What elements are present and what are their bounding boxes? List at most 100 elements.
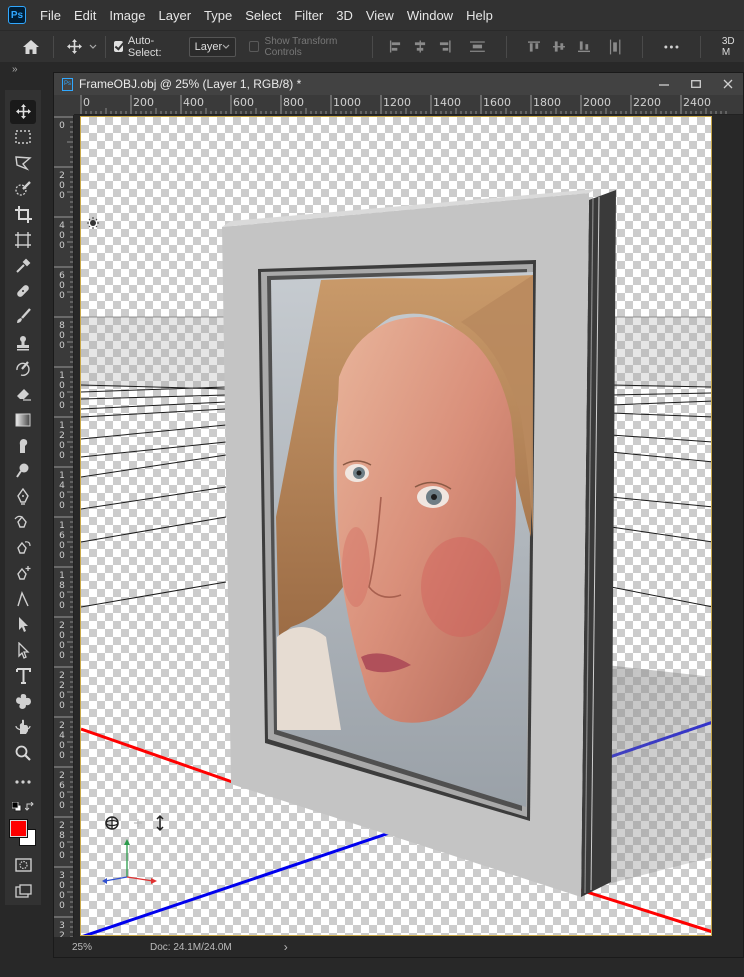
menu-filter[interactable]: Filter [294,8,323,23]
smudge-tool[interactable] [10,433,36,457]
freeform-pen-tool[interactable] [10,510,36,534]
3d-scene [81,189,711,935]
orbit-camera-icon[interactable] [105,816,119,830]
edit-toolbar-button[interactable] [10,771,36,795]
menu-help[interactable]: Help [466,8,493,23]
zoom-tool[interactable] [10,741,36,765]
screen-mode-button[interactable] [10,879,36,903]
ruler-label-digit: 0 [59,551,65,561]
direct-selection-tool[interactable] [10,638,36,662]
healing-brush-tool[interactable] [10,279,36,303]
home-button[interactable] [16,39,45,55]
ruler-label-digit: 0 [59,401,65,411]
color-swap-controls [10,800,36,816]
anchor-point-tool[interactable] [10,562,36,586]
vertical-ruler[interactable]: 0200400600800100012001400160018002000220… [54,115,74,937]
collapse-toolbar-button[interactable]: » [12,64,17,75]
light-icon[interactable] [87,217,99,229]
pen-tool[interactable] [10,485,36,509]
convert-point-tool[interactable] [10,587,36,611]
freeform-pen-icon [14,515,27,528]
zoom-level[interactable]: 25% [72,942,150,953]
dolly-camera-icon[interactable] [156,814,164,832]
swap-colors-icon[interactable] [25,802,35,812]
horizontal-ruler[interactable]: 0 200 400 600 800 1000 1200 1400 1600 1800 2000 220… [74,95,743,115]
path-selection-tool[interactable] [10,613,36,637]
menu-layer[interactable]: Layer [159,8,192,23]
align-center-h-icon[interactable] [414,40,426,53]
ruler-label-digit: 0 [59,591,65,601]
menu-select[interactable]: Select [245,8,281,23]
ruler-origin[interactable] [54,95,74,115]
menu-3d[interactable]: 3D [336,8,353,23]
divider [642,35,644,58]
eraser-tool[interactable] [10,382,36,406]
foreground-color-swatch[interactable] [9,819,28,839]
align-left-icon[interactable] [389,40,401,53]
clone-stamp-tool[interactable] [10,331,36,355]
document-tab[interactable]: Ps FrameOBJ.obj @ 25% (Layer 1, RGB/8) * [54,73,743,95]
ruler-label-digit: 2 [59,681,65,691]
move-icon [67,39,83,54]
options-bar: Auto-Select: Layer Show Transform Contro… [0,30,744,62]
3d-rotate-tool[interactable] [10,715,36,739]
curvature-pen-tool[interactable] [10,536,36,560]
convert-point-icon [17,591,29,607]
quick-select-tool[interactable] [10,177,36,201]
quick-mask-icon [14,858,32,873]
pan-camera-icon[interactable] [134,819,142,827]
crop-tool[interactable] [10,203,36,227]
brush-tool[interactable] [10,305,36,329]
align-right-icon[interactable] [439,40,451,53]
photoshop-logo[interactable]: Ps [8,6,26,24]
crop-icon [14,205,32,223]
menu-window[interactable]: Window [407,8,453,23]
align-center-v-icon[interactable] [553,40,566,53]
history-brush-tool[interactable] [10,356,36,380]
custom-shape-icon [15,694,31,710]
ruler-label-digit: 2 [59,171,65,181]
3d-camera-controls [105,814,164,832]
ruler-label: 1600 [483,96,511,109]
move-tool[interactable] [10,100,36,124]
menu-edit[interactable]: Edit [74,8,96,23]
align-top-icon[interactable] [528,40,541,53]
3d-mode-label: 3D M [721,35,735,58]
distribute-horizontal-icon[interactable] [609,39,621,55]
auto-select-target-dropdown[interactable]: Layer [188,36,237,57]
menu-file[interactable]: File [40,8,61,23]
menu-type[interactable]: Type [204,8,232,23]
eraser-icon [16,389,31,401]
show-transform-controls-checkbox[interactable] [249,41,259,52]
more-options-icon[interactable] [664,45,679,49]
auto-select-checkbox[interactable] [113,41,123,52]
gradient-tool[interactable] [10,408,36,432]
marquee-tool[interactable] [10,126,36,150]
auto-select-target-value: Layer [194,40,223,53]
move-tool-preset[interactable] [66,38,97,55]
dodge-tool[interactable] [10,459,36,483]
tools-toolbar [5,90,41,905]
ruler-label-digit: 6 [59,531,65,541]
ruler-label-digit: 0 [59,501,65,511]
align-bottom-icon[interactable] [578,40,591,53]
frame-tool[interactable] [10,228,36,252]
default-colors-icon[interactable] [12,802,22,812]
minimize-icon[interactable] [659,79,669,89]
divider [105,35,106,58]
lasso-tool[interactable] [10,151,36,175]
status-menu-arrow[interactable]: › [284,940,288,954]
ruler-label-digit: 0 [59,291,65,301]
type-tool[interactable] [10,664,36,688]
menu-view[interactable]: View [366,8,394,23]
menu-image[interactable]: Image [109,8,145,23]
ruler-label-digit: 0 [59,801,65,811]
close-icon[interactable] [723,79,733,89]
canvas[interactable] [80,116,712,936]
maximize-icon[interactable] [691,79,701,89]
distribute-vertical-icon[interactable] [470,40,486,53]
ruler-label-digit: 0 [59,181,65,191]
custom-shape-tool[interactable] [10,690,36,714]
eyedropper-tool[interactable] [10,254,36,278]
quick-mask-button[interactable] [10,854,36,878]
